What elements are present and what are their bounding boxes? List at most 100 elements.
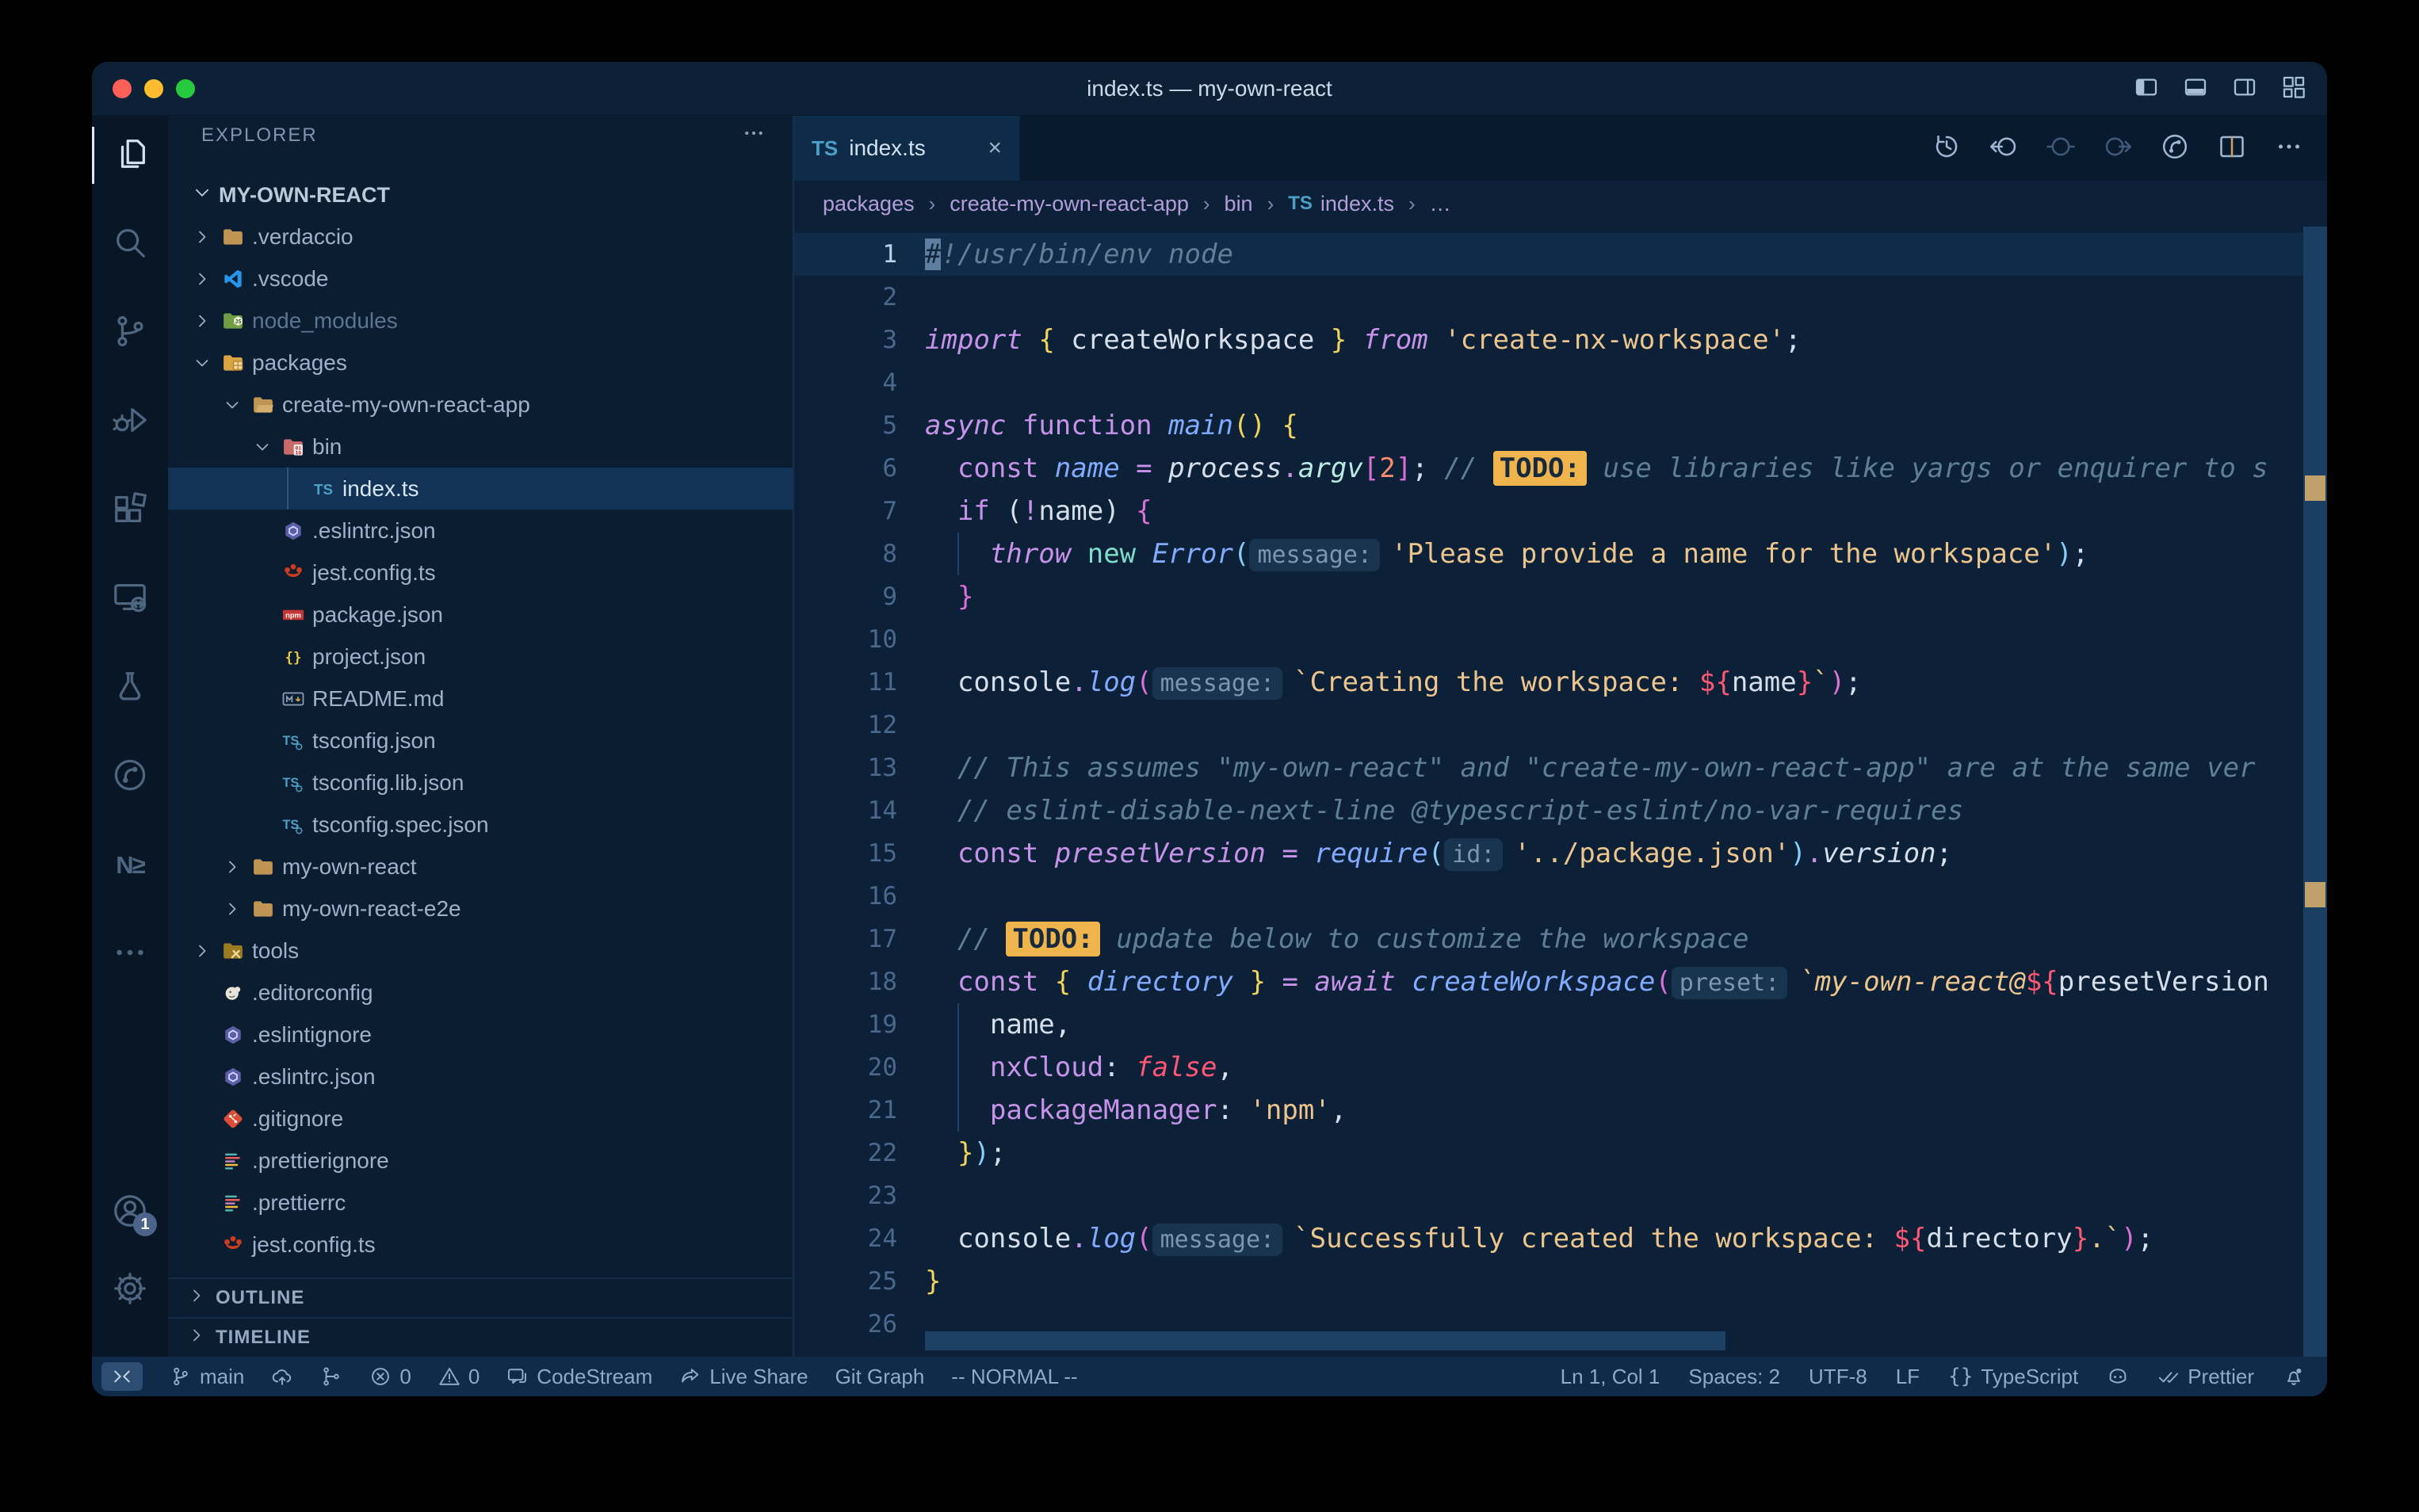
code-line[interactable]: 3import { createWorkspace } from 'create… <box>794 319 2327 361</box>
status-git-branch[interactable]: main <box>170 1365 244 1389</box>
code-line[interactable]: 25} <box>794 1260 2327 1303</box>
history-icon[interactable] <box>1932 132 1961 165</box>
activity-commit-graph[interactable] <box>92 748 168 805</box>
code-line[interactable]: 15 const presetVersion = require(id:'../… <box>794 832 2327 875</box>
activity-run-debug[interactable] <box>92 393 168 450</box>
activity-accounts[interactable]: 1 <box>92 1184 168 1241</box>
tree-item-.gitignore[interactable]: .gitignore <box>168 1098 793 1140</box>
activity-nx-console[interactable]: N≥ <box>92 837 168 894</box>
activity-explorer[interactable] <box>92 127 168 184</box>
vertical-scrollbar[interactable] <box>2303 227 2327 1357</box>
activity-extensions[interactable] <box>92 482 168 539</box>
code-line[interactable]: 9 } <box>794 575 2327 618</box>
activity-settings[interactable] <box>92 1262 168 1319</box>
code-line[interactable]: 18 const { directory } = await createWor… <box>794 960 2327 1003</box>
close-window-button[interactable] <box>113 79 132 98</box>
activity-source-control[interactable] <box>92 304 168 361</box>
code-line[interactable]: 6 const name = process.argv[2]; // TODO:… <box>794 447 2327 490</box>
tree-item-tsconfig.json[interactable]: TStsconfig.json <box>168 720 793 762</box>
tree-item-tsconfig.lib.json[interactable]: TStsconfig.lib.json <box>168 762 793 804</box>
code-line[interactable]: 8 throw new Error(message:'Please provid… <box>794 533 2327 575</box>
explorer-more-actions-icon[interactable] <box>742 121 766 151</box>
section-outline[interactable]: OUTLINE <box>168 1277 793 1317</box>
tree-item-my-own-react-e2e[interactable]: my-own-react-e2e <box>168 888 793 930</box>
code-line[interactable]: 16 <box>794 875 2327 918</box>
layout-sidebar-right-icon[interactable] <box>2232 74 2257 104</box>
breadcrumb-item[interactable]: bin <box>1225 192 1253 216</box>
status-copilot[interactable] <box>2107 1365 2129 1388</box>
tab-index-ts[interactable]: TS index.ts × <box>794 116 1021 181</box>
forward-circle-icon[interactable] <box>2104 132 2132 165</box>
status-live-share[interactable]: Live Share <box>679 1365 808 1389</box>
code-line[interactable]: 12 <box>794 704 2327 746</box>
tree-item-project.json[interactable]: {}project.json <box>168 636 793 678</box>
status-errors[interactable]: 0 <box>369 1365 411 1389</box>
status-language-mode[interactable]: {}TypeScript <box>1948 1365 2078 1389</box>
breadcrumb-item[interactable]: … <box>1430 192 1451 216</box>
tree-item-.prettierrc[interactable]: .prettierrc <box>168 1182 793 1224</box>
code-line[interactable]: 24 console.log(message:`Successfully cre… <box>794 1217 2327 1260</box>
tree-item-jest.config.ts[interactable]: jest.config.ts <box>168 552 793 594</box>
code-line[interactable]: 4 <box>794 361 2327 404</box>
tree-item-create-my-own-react-app[interactable]: create-my-own-react-app <box>168 384 793 426</box>
status-cursor-position[interactable]: Ln 1, Col 1 <box>1561 1365 1660 1389</box>
code-content[interactable]: 1#!/usr/bin/env node23import { createWor… <box>794 227 2327 1357</box>
code-line[interactable]: 22 }); <box>794 1132 2327 1174</box>
minimize-window-button[interactable] <box>144 79 163 98</box>
activity-testing[interactable] <box>92 659 168 716</box>
activity-remote-explorer[interactable] <box>92 571 168 628</box>
tree-item-node_modules[interactable]: JSnode_modules <box>168 300 793 342</box>
zoom-window-button[interactable] <box>176 79 195 98</box>
dash-circle-icon[interactable] <box>2046 132 2075 165</box>
activity-more[interactable] <box>92 926 168 983</box>
layout-grid-icon[interactable] <box>2281 74 2306 104</box>
commit-graph-circle-icon[interactable] <box>2161 132 2189 165</box>
code-line[interactable]: 13 // This assumes "my-own-react" and "c… <box>794 746 2327 789</box>
horizontal-scrollbar[interactable] <box>925 1331 1725 1350</box>
status-git-graph[interactable]: Git Graph <box>835 1365 925 1389</box>
tree-item-.eslintrc.json[interactable]: .eslintrc.json <box>168 1056 793 1098</box>
tree-item-jest.config.ts[interactable]: jest.config.ts <box>168 1224 793 1266</box>
code-line[interactable]: 2 <box>794 276 2327 319</box>
status-vim-mode[interactable]: -- NORMAL -- <box>951 1365 1077 1389</box>
code-line[interactable]: 19 name, <box>794 1003 2327 1046</box>
tree-item-.editorconfig[interactable]: .editorconfig <box>168 972 793 1014</box>
back-circle-icon[interactable] <box>1989 132 2018 165</box>
tree-item-tsconfig.spec.json[interactable]: TStsconfig.spec.json <box>168 804 793 846</box>
tree-item-bin[interactable]: 0110bin <box>168 426 793 468</box>
code-line[interactable]: 14 // eslint-disable-next-line @typescri… <box>794 789 2327 832</box>
tree-item-package.json[interactable]: npmpackage.json <box>168 594 793 636</box>
code-line[interactable]: 11 console.log(message:`Creating the wor… <box>794 661 2327 704</box>
status-indentation[interactable]: Spaces: 2 <box>1688 1365 1780 1389</box>
status-warnings[interactable]: 0 <box>438 1365 480 1389</box>
activity-search[interactable] <box>92 216 168 273</box>
status-notifications[interactable] <box>2283 1365 2305 1388</box>
status-eol[interactable]: LF <box>1896 1365 1920 1389</box>
tree-item-tools[interactable]: tools <box>168 930 793 972</box>
ellipsis-icon[interactable] <box>2275 132 2303 165</box>
code-line[interactable]: 17 // TODO: update below to customize th… <box>794 918 2327 960</box>
breadcrumb-item[interactable]: packages <box>823 192 915 216</box>
status-remote-indicator[interactable] <box>101 1362 143 1391</box>
status-codestream[interactable]: CodeStream <box>506 1365 652 1389</box>
tree-item-.prettierignore[interactable]: .prettierignore <box>168 1140 793 1182</box>
section-timeline[interactable]: TIMELINE <box>168 1317 793 1357</box>
code-line[interactable]: 10 <box>794 618 2327 661</box>
code-line[interactable]: 1#!/usr/bin/env node <box>794 233 2327 276</box>
status-pipeline[interactable] <box>320 1365 342 1388</box>
tree-item-my-own-react[interactable]: my-own-react <box>168 846 793 888</box>
tree-item-packages[interactable]: packages <box>168 342 793 384</box>
code-line[interactable]: 23 <box>794 1174 2327 1217</box>
code-line[interactable]: 7 if (!name) { <box>794 490 2327 533</box>
status-publish[interactable] <box>271 1365 293 1388</box>
code-line[interactable]: 5async function main() { <box>794 404 2327 447</box>
tree-root-folder[interactable]: MY-OWN-REACT <box>168 174 793 216</box>
code-line[interactable]: 20 nxCloud: false, <box>794 1046 2327 1089</box>
breadcrumb-item[interactable]: TSindex.ts <box>1288 192 1394 216</box>
split-editor-icon[interactable] <box>2218 132 2246 165</box>
tree-item-README.md[interactable]: README.md <box>168 678 793 720</box>
layout-panel-icon[interactable] <box>2183 74 2208 104</box>
tree-item-.eslintignore[interactable]: .eslintignore <box>168 1014 793 1056</box>
status-prettier[interactable]: Prettier <box>2157 1365 2254 1389</box>
breadcrumb-item[interactable]: create-my-own-react-app <box>950 192 1189 216</box>
